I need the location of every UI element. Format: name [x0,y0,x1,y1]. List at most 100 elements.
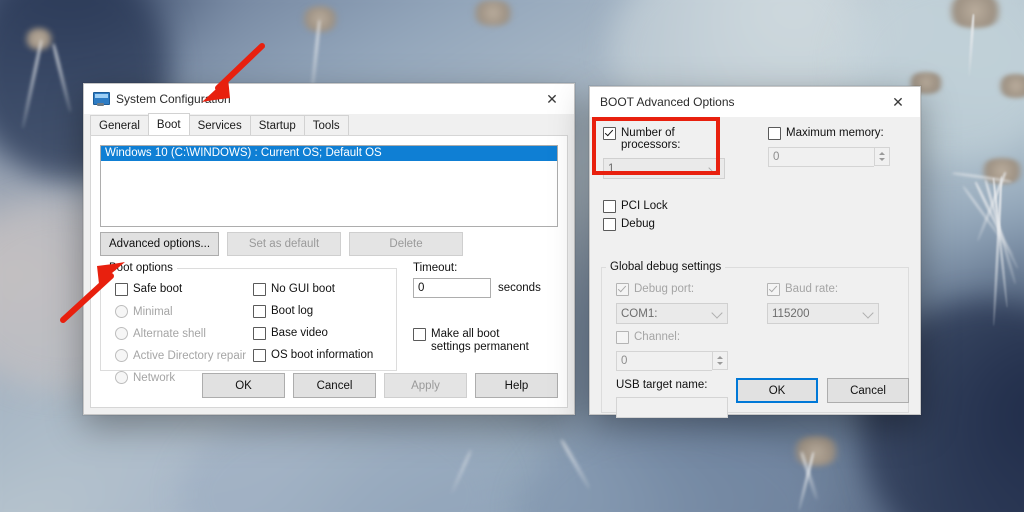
debug-port-dropdown: COM1: [616,303,728,324]
maximum-memory-section: Maximum memory: 0 [768,127,890,167]
checkbox-icon [603,127,616,140]
chevron-down-icon [711,306,723,319]
make-permanent-label: Make all boot settings permanent [431,328,529,353]
debug-port-checkbox: Debug port: [616,283,728,296]
checkbox-icon [616,283,629,296]
checkbox-icon [603,200,616,213]
boot-log-label: Boot log [271,305,314,317]
maximum-memory-checkbox[interactable]: Maximum memory: [768,127,890,140]
system-configuration-window[interactable]: System Configuration ✕ General Boot Serv… [83,83,575,415]
boot-options-right-column: No GUI boot Boot log Base video OS boot … [253,283,373,362]
alternate-shell-radio: Alternate shell [115,327,246,340]
radio-icon [115,371,128,384]
cactus-areole [300,6,340,32]
radio-icon [115,349,128,362]
number-of-processors-section: Number of processors: 1 [603,127,725,179]
maximum-memory-label: Maximum memory: [786,127,884,139]
baud-rate-section: Baud rate: 115200 [767,283,879,324]
maximum-memory-input[interactable]: 0 [768,147,874,167]
maximum-memory-spinner[interactable]: 0 [768,147,890,167]
tab-strip: General Boot Services Startup Tools [84,113,574,135]
no-gui-boot-checkbox[interactable]: No GUI boot [253,283,373,296]
base-video-label: Base video [271,327,328,339]
active-directory-repair-label: Active Directory repair [133,349,247,362]
pci-lock-checkbox[interactable]: PCI Lock [603,200,668,213]
make-permanent-checkbox[interactable]: Make all boot settings permanent [413,328,538,354]
checkbox-icon [253,305,266,318]
system-configuration-titlebar[interactable]: System Configuration ✕ [84,84,574,114]
debug-port-label: Debug port: [634,283,695,295]
baud-rate-value: 115200 [772,307,810,320]
channel-checkbox: Channel: [616,331,728,344]
tab-startup[interactable]: Startup [249,115,305,135]
boot-advanced-options-titlebar[interactable]: BOOT Advanced Options ✕ [590,87,920,117]
active-directory-repair-radio: Active Directory repair [115,349,246,362]
cactus-areole [790,436,842,466]
timeout-label: Timeout: [413,262,458,274]
no-gui-boot-label: No GUI boot [271,283,335,295]
chevron-down-icon [708,161,720,174]
radio-icon [115,305,128,318]
timeout-section: Timeout: 0 seconds Make all boot setting… [413,262,543,354]
close-icon[interactable]: ✕ [876,87,920,117]
checkbox-icon [253,349,266,362]
os-list-item[interactable]: Windows 10 (C:\WINDOWS) : Current OS; De… [101,146,557,161]
set-as-default-button: Set as default [227,232,342,256]
channel-spinner: 0 [616,351,728,371]
minimal-label: Minimal [133,305,173,318]
baud-rate-dropdown: 115200 [767,303,879,324]
tab-boot[interactable]: Boot [147,113,190,135]
system-configuration-icon [93,92,110,106]
usb-target-label: USB target name: [616,379,708,391]
os-boot-information-checkbox[interactable]: OS boot information [253,349,373,362]
close-icon[interactable]: ✕ [530,84,574,114]
usb-target-section: USB target name: [616,379,728,418]
tab-services[interactable]: Services [188,115,251,135]
baud-rate-checkbox: Baud rate: [767,283,879,296]
number-of-processors-label: Number of processors: [621,127,681,151]
checkbox-icon [768,127,781,140]
timeout-input[interactable]: 0 [413,278,491,298]
checkbox-icon [115,283,128,296]
checkbox-icon [616,331,629,344]
ok-button[interactable]: OK [202,373,285,398]
os-boot-information-label: OS boot information [271,349,374,361]
tab-general[interactable]: General [90,115,149,135]
network-label: Network [133,371,176,384]
checkbox-icon [253,283,266,296]
cactus-areole [470,0,516,26]
baud-rate-label: Baud rate: [785,283,839,295]
os-action-buttons: Advanced options... Set as default Delet… [100,232,464,256]
timeout-unit-label: seconds [498,282,541,294]
boot-advanced-options-body: Number of processors: 1 Maximum memory: … [590,117,920,418]
advanced-options-button[interactable]: Advanced options... [100,232,220,256]
spinner-up-down-icon [712,351,728,370]
safe-boot-checkbox[interactable]: Safe boot [115,283,246,296]
number-of-processors-checkbox[interactable]: Number of processors: [603,127,725,151]
apply-button: Apply [384,373,467,398]
debug-checkbox[interactable]: Debug [603,218,655,231]
number-of-processors-dropdown[interactable]: 1 [603,158,725,179]
help-button[interactable]: Help [475,373,558,398]
debug-port-section: Debug port: COM1: [616,283,728,324]
boot-advanced-options-window[interactable]: BOOT Advanced Options ✕ Number of proces… [589,86,921,418]
cancel-button[interactable]: Cancel [827,378,909,403]
tab-tools[interactable]: Tools [303,115,349,135]
checkbox-icon [253,327,266,340]
spinner-up-down-icon[interactable] [874,147,890,166]
boot-options-left-column: Safe boot Minimal Alternate shell Active… [115,283,246,384]
minimal-radio: Minimal [115,305,246,318]
delete-button: Delete [349,232,464,256]
boot-options-legend: Boot options [109,262,173,274]
usb-target-input [616,397,728,418]
os-entries-list[interactable]: Windows 10 (C:\WINDOWS) : Current OS; De… [100,145,558,227]
chevron-down-icon [862,306,874,319]
boot-tab-page: Windows 10 (C:\WINDOWS) : Current OS; De… [90,135,568,408]
ok-button[interactable]: OK [736,378,818,403]
channel-section: Channel: 0 [616,331,728,371]
boot-log-checkbox[interactable]: Boot log [253,305,373,318]
base-video-checkbox[interactable]: Base video [253,327,373,340]
checkbox-icon [413,328,426,341]
cancel-button[interactable]: Cancel [293,373,376,398]
channel-label: Channel: [634,331,681,343]
